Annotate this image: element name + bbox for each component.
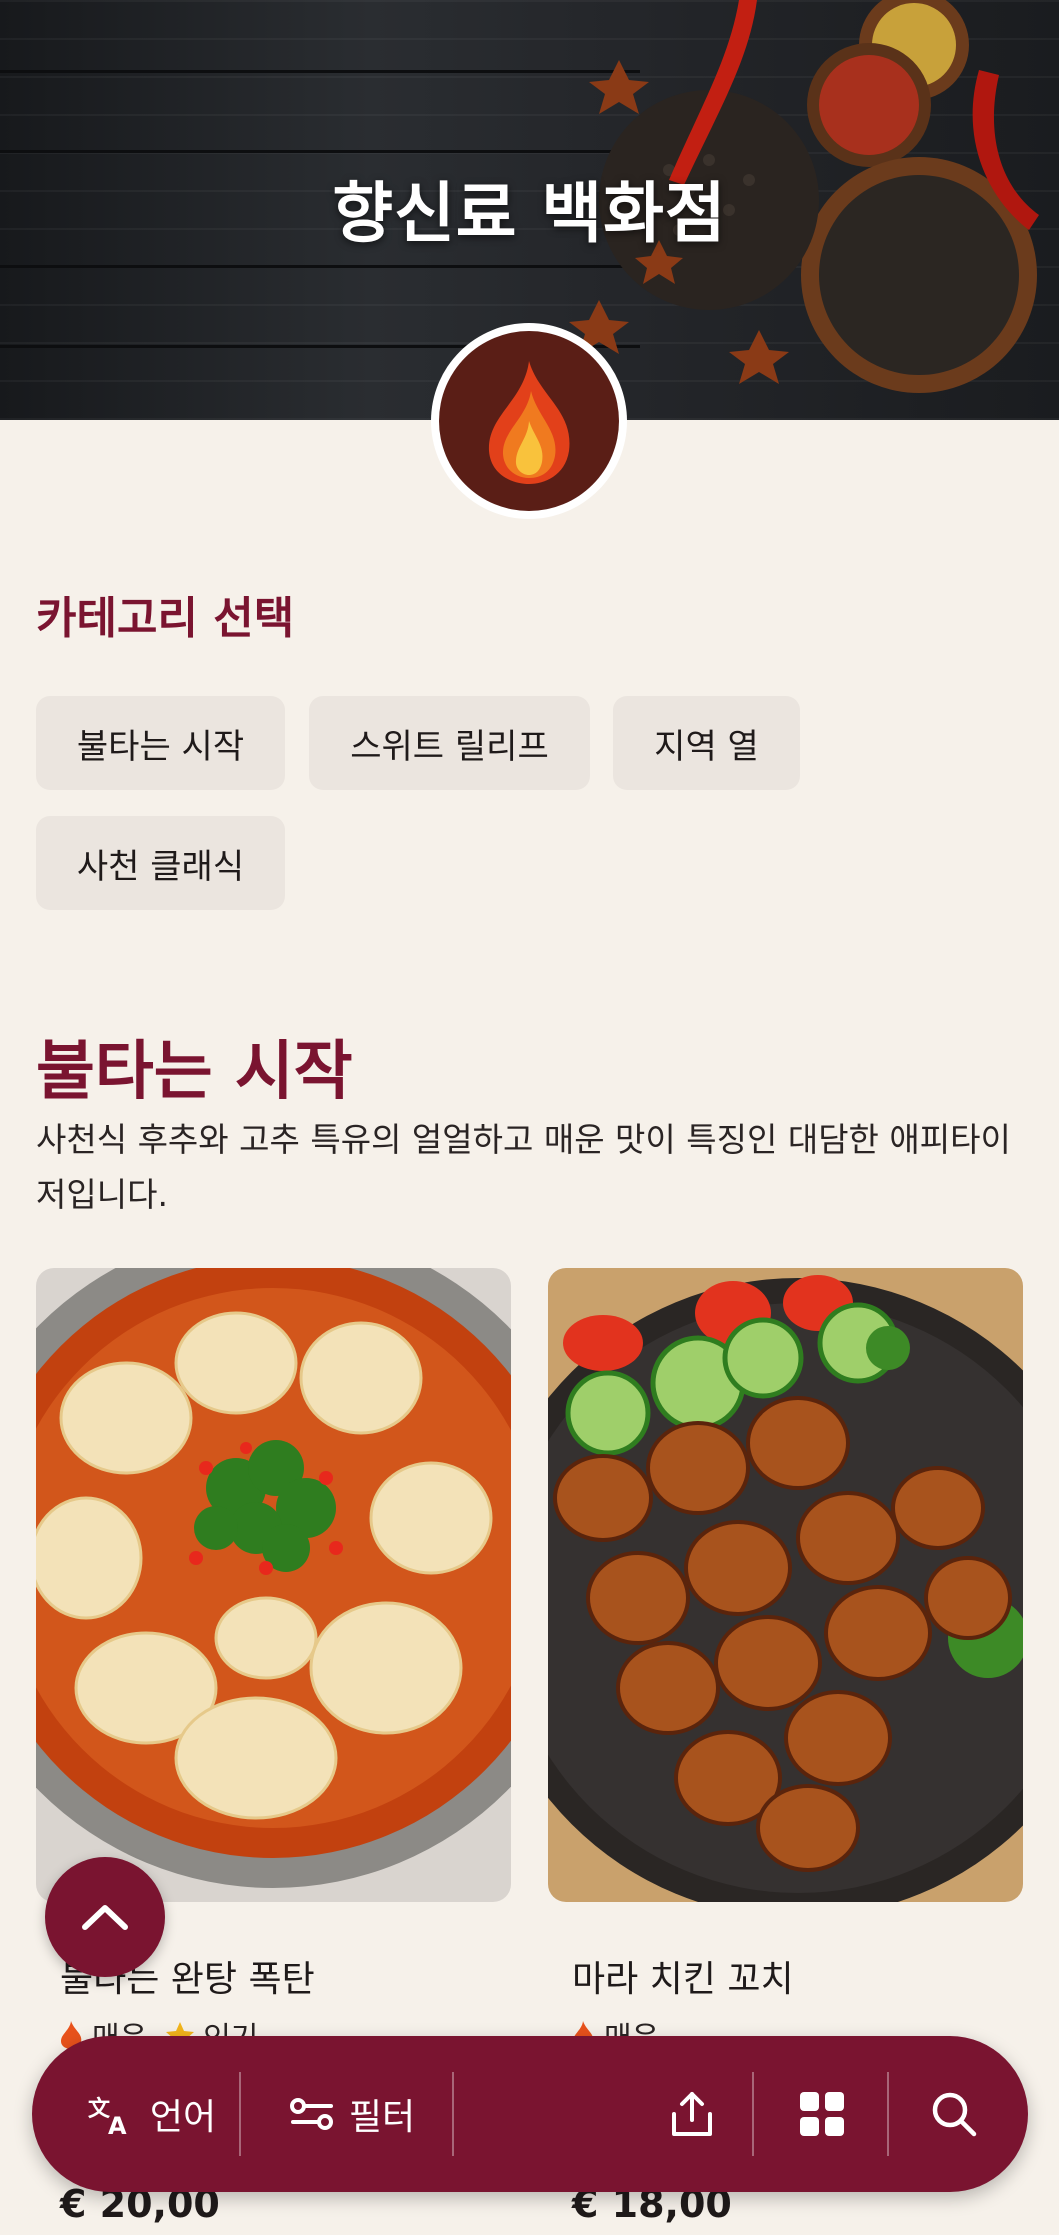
grid-icon	[800, 2092, 844, 2136]
language-label: 언어	[149, 2097, 217, 2138]
category-chip-label: 사천 클래식	[76, 846, 245, 887]
section-title: 불타는 시작	[36, 1035, 353, 1109]
category-chip[interactable]: 지역 열	[613, 696, 800, 790]
chevron-up-icon	[82, 1905, 128, 1930]
divider	[752, 2072, 754, 2156]
wood-plank-line	[0, 265, 640, 268]
svg-text:A: A	[108, 2112, 127, 2136]
category-chip[interactable]: 사천 클래식	[36, 816, 285, 910]
search-button[interactable]	[894, 2036, 1014, 2192]
category-heading: 카테고리 선택	[36, 593, 295, 644]
restaurant-logo	[431, 323, 627, 519]
category-chip[interactable]: 스위트 릴리프	[309, 696, 590, 790]
translate-icon: 文 A	[88, 2096, 127, 2136]
product-image-wonton[interactable]	[36, 1268, 511, 1902]
wonton-soup-image	[36, 1268, 511, 1902]
section-description: 사천식 후추와 고추 특유의 얼얼하고 매운 맛이 특징인 대담한 애피타이저입…	[36, 1120, 1011, 1214]
wood-plank-line	[0, 150, 640, 153]
bottom-action-bar: 文 A 언어 필터	[32, 2036, 1028, 2192]
divider	[887, 2072, 889, 2156]
chicken-skewers-image	[548, 1268, 1023, 1902]
category-chip[interactable]: 불타는 시작	[36, 696, 285, 790]
filter-button[interactable]: 필터	[252, 2036, 452, 2192]
wood-plank-line	[0, 70, 640, 73]
search-icon	[932, 2092, 977, 2137]
divider	[239, 2072, 241, 2156]
share-button[interactable]	[632, 2036, 752, 2192]
product-name: 마라 치킨 꼬치	[572, 1959, 794, 2000]
flame-logo-icon	[488, 361, 570, 484]
category-chip-label: 지역 열	[654, 726, 759, 767]
language-button[interactable]: 文 A 언어	[72, 2036, 232, 2192]
scroll-to-top-button[interactable]	[45, 1857, 165, 1977]
category-chip-label: 스위트 릴리프	[350, 726, 549, 767]
divider	[452, 2072, 454, 2156]
filter-label: 필터	[348, 2097, 416, 2138]
grid-view-button[interactable]	[762, 2036, 882, 2192]
share-icon	[672, 2092, 712, 2136]
logo-background	[439, 331, 619, 511]
filter-icon	[289, 2098, 333, 2130]
category-chip-label: 불타는 시작	[76, 726, 245, 767]
product-image-skewers[interactable]	[548, 1268, 1023, 1902]
hero-title: 향신료 백화점	[332, 175, 727, 252]
